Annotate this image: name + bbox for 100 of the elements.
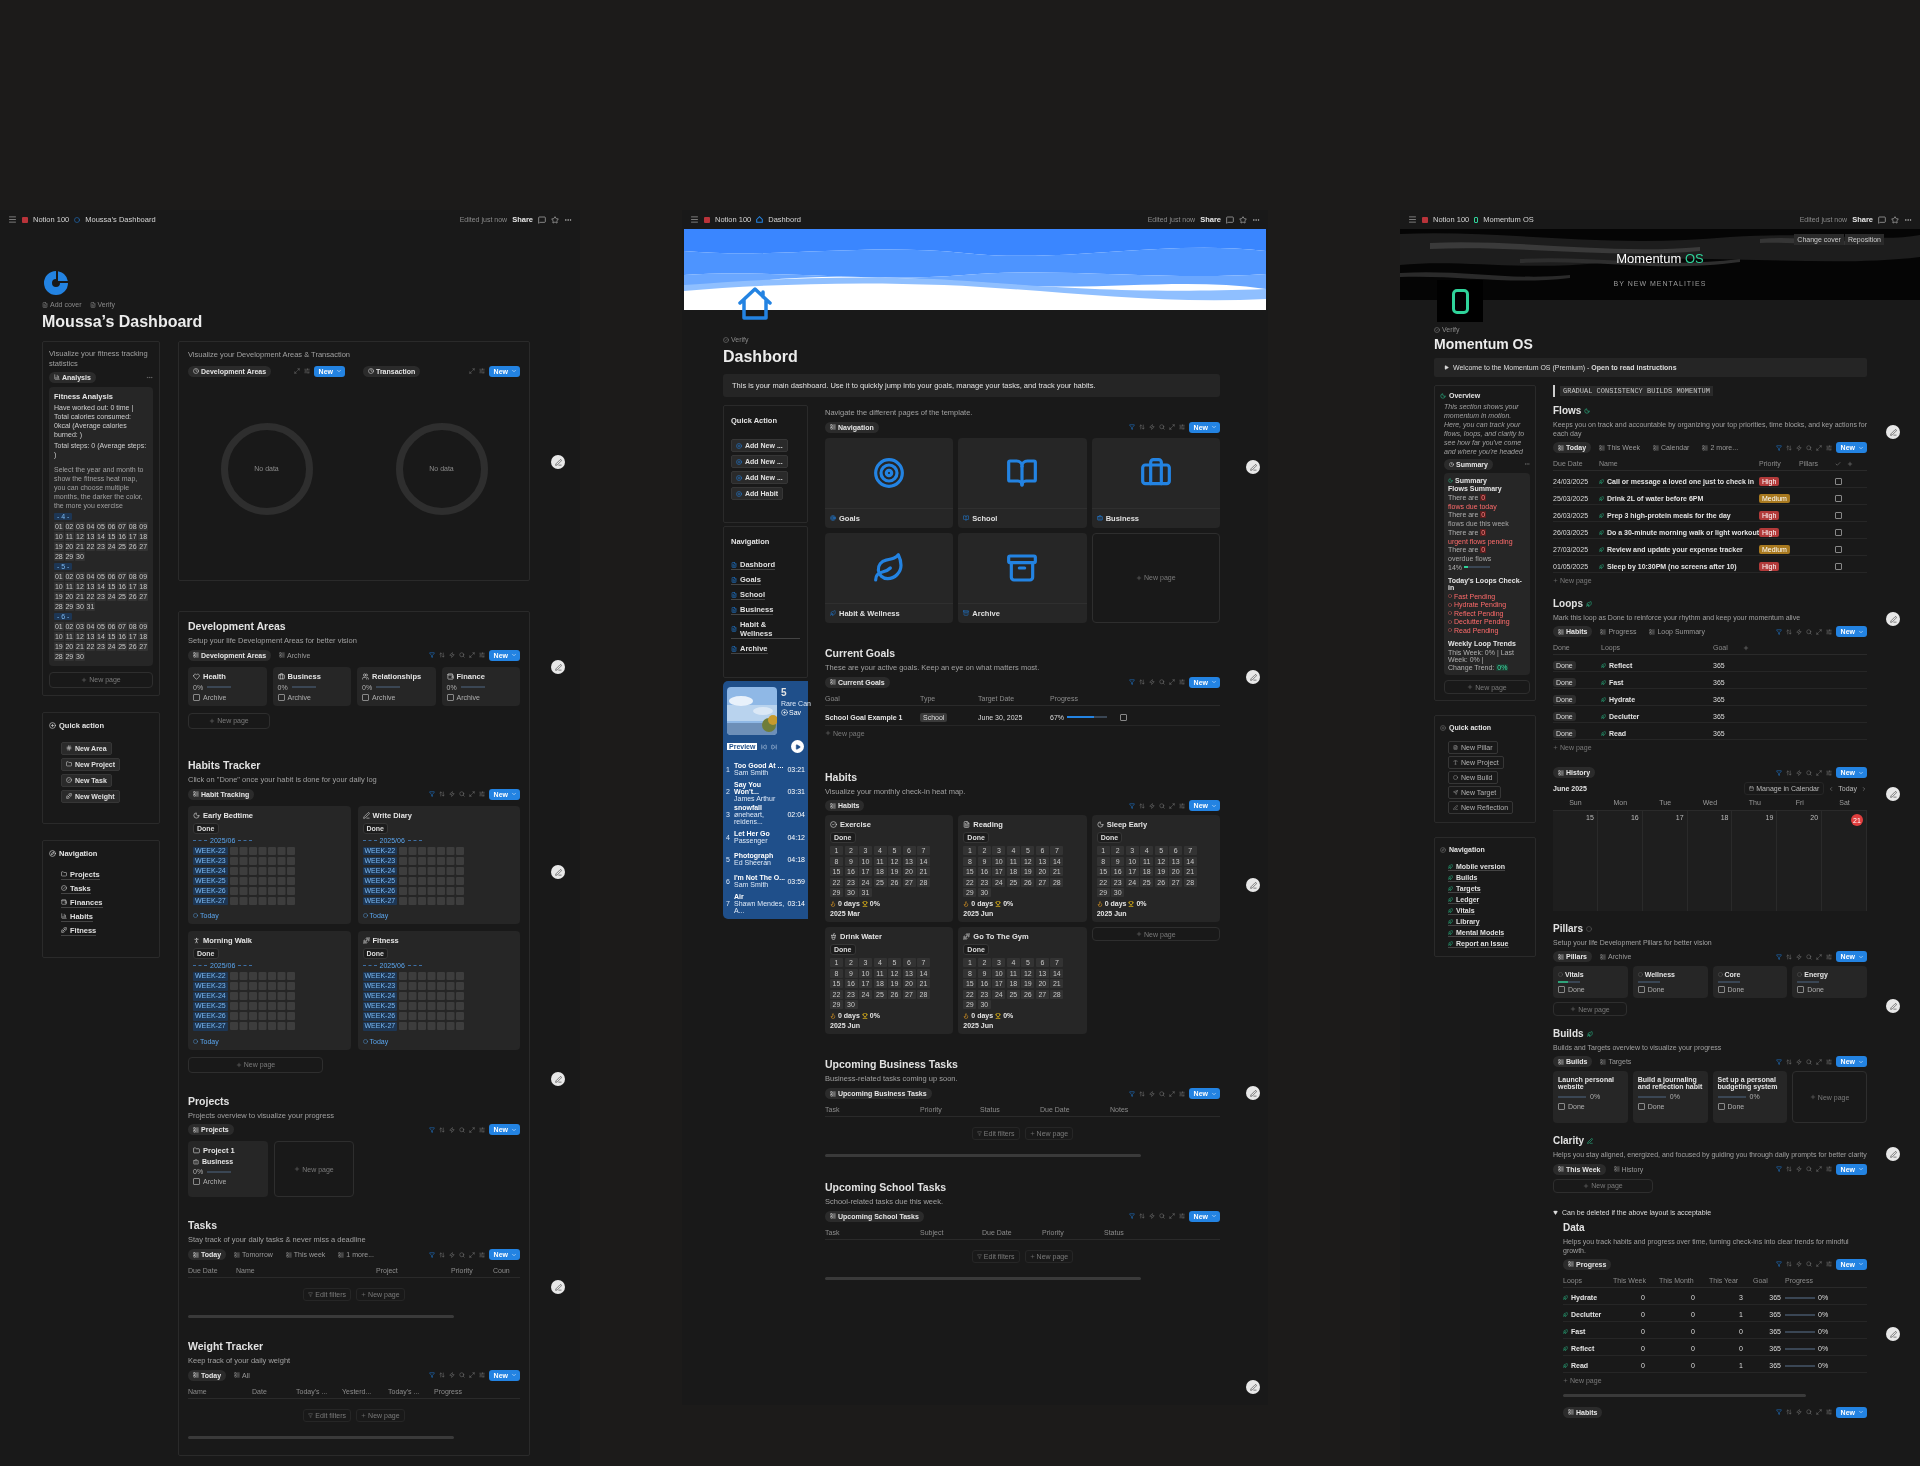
sort-icon[interactable]: [1138, 1213, 1145, 1220]
checkbox[interactable]: [1835, 528, 1842, 536]
lightning-icon[interactable]: [1795, 1058, 1802, 1065]
star-icon[interactable]: [1239, 215, 1247, 224]
assistant-button[interactable]: [1886, 1327, 1900, 1341]
next-icon[interactable]: [1861, 785, 1867, 792]
filter-icon[interactable]: [428, 652, 435, 659]
settings-icon[interactable]: [1178, 1213, 1185, 1220]
lightning-icon[interactable]: [448, 652, 455, 659]
expand-icon[interactable]: [468, 1126, 475, 1133]
menu-icon[interactable]: [1408, 215, 1417, 224]
settings-icon[interactable]: [303, 368, 310, 375]
assistant-button[interactable]: [551, 865, 565, 879]
lightning-icon[interactable]: [1148, 424, 1155, 431]
menu-icon[interactable]: [690, 215, 699, 224]
checkbox[interactable]: [1637, 986, 1645, 994]
settings-icon[interactable]: [1178, 1090, 1185, 1097]
lightning-icon[interactable]: [1795, 953, 1802, 960]
assistant-button[interactable]: [1886, 612, 1900, 626]
sort-icon[interactable]: [1138, 802, 1145, 809]
search-icon[interactable]: [1158, 1213, 1165, 1220]
assistant-button[interactable]: [1886, 1147, 1900, 1161]
lightning-icon[interactable]: [448, 791, 455, 797]
settings-icon[interactable]: [478, 652, 485, 659]
comment-icon[interactable]: [538, 215, 546, 224]
search-icon[interactable]: [458, 1126, 465, 1133]
expand-icon[interactable]: [1168, 424, 1175, 431]
checkbox[interactable]: [1717, 1103, 1725, 1111]
sort-icon[interactable]: [1785, 444, 1792, 451]
assistant-button[interactable]: [1246, 1086, 1260, 1100]
settings-icon[interactable]: [1825, 953, 1832, 960]
assistant-button[interactable]: [1886, 787, 1900, 801]
previous-icon[interactable]: [761, 743, 768, 750]
checkbox[interactable]: [446, 693, 454, 701]
lightning-icon[interactable]: [448, 1251, 455, 1258]
checkbox[interactable]: [1558, 986, 1565, 994]
expand-icon[interactable]: [1815, 769, 1822, 776]
lightning-icon[interactable]: [448, 1126, 455, 1133]
filter-icon[interactable]: [1775, 628, 1782, 635]
search-icon[interactable]: [1805, 444, 1812, 451]
settings-icon[interactable]: [1825, 1166, 1832, 1173]
settings-icon[interactable]: [1825, 628, 1832, 635]
expand-icon[interactable]: [1815, 444, 1822, 451]
expand-icon[interactable]: [1815, 628, 1822, 635]
checkbox[interactable]: [1835, 545, 1842, 553]
assistant-button[interactable]: [551, 660, 565, 674]
lightning-icon[interactable]: [1795, 769, 1802, 776]
lightning-icon[interactable]: [1148, 1213, 1155, 1220]
sort-icon[interactable]: [438, 1251, 445, 1258]
add-column-icon[interactable]: [1847, 460, 1853, 467]
star-icon[interactable]: [551, 215, 559, 224]
assistant-button[interactable]: [1246, 1380, 1260, 1394]
expand-icon[interactable]: [1815, 953, 1822, 960]
sort-icon[interactable]: [1785, 1058, 1792, 1065]
filter-icon[interactable]: [1128, 424, 1135, 431]
expand-icon[interactable]: [468, 368, 475, 375]
expand-icon[interactable]: [1815, 1058, 1822, 1065]
sort-icon[interactable]: [1785, 1409, 1792, 1416]
search-icon[interactable]: [1158, 679, 1165, 685]
expand-icon[interactable]: [293, 368, 300, 375]
search-icon[interactable]: [1805, 769, 1812, 776]
search-icon[interactable]: [458, 1372, 465, 1379]
search-icon[interactable]: [1805, 1409, 1812, 1416]
filter-icon[interactable]: [428, 1126, 435, 1133]
settings-icon[interactable]: [1825, 769, 1832, 776]
lightning-icon[interactable]: [1795, 1409, 1802, 1416]
settings-icon[interactable]: [478, 791, 485, 797]
checkbox[interactable]: [277, 693, 285, 701]
search-icon[interactable]: [458, 652, 465, 659]
assistant-button[interactable]: [1246, 670, 1260, 684]
sort-icon[interactable]: [1785, 1166, 1792, 1173]
sort-icon[interactable]: [1138, 679, 1145, 685]
sort-icon[interactable]: [438, 1126, 445, 1133]
checkbox[interactable]: [193, 693, 200, 701]
more-icon[interactable]: [1524, 461, 1530, 468]
toggle-arrow-icon[interactable]: [1553, 1209, 1558, 1215]
sort-icon[interactable]: [438, 791, 445, 797]
settings-icon[interactable]: [478, 1126, 485, 1133]
checkbox[interactable]: [1797, 986, 1805, 994]
filter-icon[interactable]: [1128, 679, 1135, 685]
checkbox[interactable]: [362, 693, 369, 701]
filter-icon[interactable]: [1775, 953, 1782, 960]
lightning-icon[interactable]: [1148, 802, 1155, 809]
expand-icon[interactable]: [1168, 1090, 1175, 1097]
filter-icon[interactable]: [1128, 802, 1135, 809]
settings-icon[interactable]: [1825, 444, 1832, 451]
settings-icon[interactable]: [1825, 1261, 1832, 1268]
filter-icon[interactable]: [1128, 1090, 1135, 1097]
next-icon[interactable]: [771, 743, 778, 750]
filter-icon[interactable]: [1775, 444, 1782, 451]
settings-icon[interactable]: [1178, 802, 1185, 809]
filter-icon[interactable]: [1128, 1213, 1135, 1220]
assistant-button[interactable]: [1886, 425, 1900, 439]
search-icon[interactable]: [458, 791, 465, 797]
expand-icon[interactable]: [1815, 1409, 1822, 1416]
settings-icon[interactable]: [478, 1372, 485, 1379]
star-icon[interactable]: [1891, 215, 1899, 224]
menu-icon[interactable]: [8, 215, 17, 224]
expand-icon[interactable]: [1168, 679, 1175, 685]
expand-icon[interactable]: [468, 791, 475, 797]
